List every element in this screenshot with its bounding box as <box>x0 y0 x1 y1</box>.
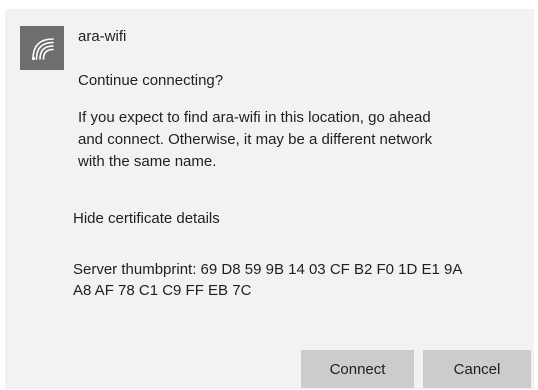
continue-prompt: Continue connecting? <box>78 72 224 89</box>
thumbprint-line: A8 AF 78 C1 C9 FF EB 7C <box>73 282 252 299</box>
warning-text-line: with the same name. <box>78 153 217 170</box>
thumbprint-line: Server thumbprint: 69 D8 59 9B 14 03 CF … <box>73 261 463 278</box>
wifi-signal-icon <box>20 26 64 70</box>
warning-text: If you expect to find ara-wifi in this l… <box>78 107 526 173</box>
warning-text-line: If you expect to find ara-wifi in this l… <box>78 109 431 126</box>
hide-certificate-details-link[interactable]: Hide certificate details <box>73 209 220 229</box>
warning-text-line: and connect. Otherwise, it may be a diff… <box>78 131 433 148</box>
cancel-button[interactable]: Cancel <box>423 350 531 388</box>
connect-button[interactable]: Connect <box>301 350 414 388</box>
network-name: ara-wifi <box>78 28 127 45</box>
server-thumbprint: Server thumbprint: 69 D8 59 9B 14 03 CF … <box>73 259 528 301</box>
wifi-connect-dialog: ara-wifi Continue connecting? If you exp… <box>5 9 534 389</box>
